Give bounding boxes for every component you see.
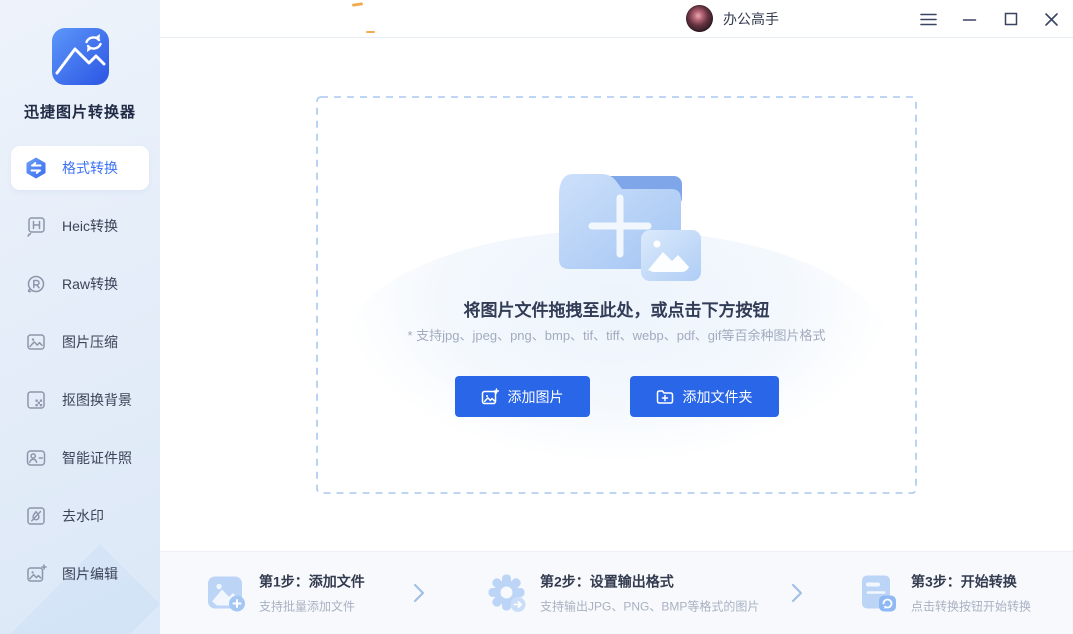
- document-refresh-icon: [858, 573, 898, 613]
- dropzone-title: 将图片文件拖拽至此处，或点击下方按钮: [316, 296, 917, 321]
- sidebar-item-image-edit[interactable]: 图片编辑: [11, 552, 149, 596]
- username: 办公高手: [723, 9, 779, 29]
- format-convert-icon: [24, 156, 48, 180]
- step-subtitle: 支持批量添加文件: [259, 598, 365, 615]
- image-edit-icon: [24, 562, 48, 586]
- step-start-convert: 第3步：开始转换 点击转换按钮开始转换: [858, 572, 1031, 615]
- sidebar-item-label: 抠图换背景: [62, 390, 132, 410]
- step-add-files: 第1步：添加文件 支持批量添加文件: [207, 572, 365, 615]
- image-compress-icon: [24, 330, 48, 354]
- sidebar-item-label: 图片压缩: [62, 332, 118, 352]
- sidebar-item-format-convert[interactable]: 格式转换: [11, 146, 149, 190]
- image-plus-icon: [481, 388, 499, 406]
- maximize-icon[interactable]: [1002, 11, 1019, 28]
- sidebar-menu: 格式转换 Heic转换 Raw转换: [0, 146, 160, 610]
- close-icon[interactable]: [1043, 11, 1060, 28]
- raw-icon: [24, 272, 48, 296]
- heic-icon: [24, 214, 48, 238]
- sidebar-item-raw-convert[interactable]: Raw转换: [11, 262, 149, 306]
- dropzone-buttons: 添加图片 添加文件夹: [316, 376, 917, 417]
- titlebar: 办公高手: [160, 0, 1073, 38]
- gear-arrow-icon: [487, 573, 527, 613]
- app-logo-area: 迅捷图片转换器: [0, 0, 160, 122]
- sparkle-artifact: [352, 2, 363, 7]
- chevron-right-icon: [790, 582, 804, 604]
- step-title: 第1步：添加文件: [259, 572, 365, 592]
- add-folder-button[interactable]: 添加文件夹: [630, 376, 779, 417]
- sidebar: 迅捷图片转换器 格式转换: [0, 0, 160, 634]
- sidebar-item-id-photo[interactable]: 智能证件照: [11, 436, 149, 480]
- sidebar-item-remove-watermark[interactable]: 去水印: [11, 494, 149, 538]
- main-panel: 将图片文件拖拽至此处，或点击下方按钮 * 支持jpg、jpeg、png、bmp、…: [160, 39, 1073, 551]
- add-image-label: 添加图片: [508, 387, 564, 407]
- folder-illustration-icon: [529, 168, 705, 284]
- step-set-output-format: 第2步：设置输出格式 支持输出JPG、PNG、BMP等格式的图片: [487, 572, 759, 615]
- sidebar-item-label: Heic转换: [62, 216, 118, 236]
- steps-footer: 第1步：添加文件 支持批量添加文件 第2步：设置输出格式 支持输出JPG、PNG…: [160, 551, 1073, 634]
- sidebar-item-label: 智能证件照: [62, 448, 132, 468]
- app-name: 迅捷图片转换器: [0, 101, 160, 122]
- sidebar-item-heic-convert[interactable]: Heic转换: [11, 204, 149, 248]
- user-account[interactable]: 办公高手: [686, 5, 779, 32]
- sparkle-artifact: [366, 31, 375, 33]
- sidebar-item-cutout-background[interactable]: 抠图换背景: [11, 378, 149, 422]
- sidebar-item-label: 格式转换: [62, 158, 118, 178]
- step-title: 第2步：设置输出格式: [540, 572, 759, 592]
- app-logo-icon: [52, 28, 109, 85]
- id-photo-icon: [24, 446, 48, 470]
- sidebar-item-label: Raw转换: [62, 274, 118, 294]
- cutout-background-icon: [24, 388, 48, 412]
- menu-icon[interactable]: [920, 11, 937, 28]
- step-title: 第3步：开始转换: [911, 572, 1031, 592]
- step-subtitle: 支持输出JPG、PNG、BMP等格式的图片: [540, 598, 759, 615]
- window-controls: [920, 0, 1060, 38]
- remove-watermark-icon: [24, 504, 48, 528]
- add-image-button[interactable]: 添加图片: [455, 376, 590, 417]
- user-avatar[interactable]: [686, 5, 713, 32]
- sidebar-item-label: 图片编辑: [62, 564, 118, 584]
- chevron-right-icon: [412, 582, 426, 604]
- minimize-icon[interactable]: [961, 11, 978, 28]
- dropzone-formats-hint: * 支持jpg、jpeg、png、bmp、tif、tiff、webp、pdf、g…: [316, 325, 917, 344]
- folder-plus-icon: [656, 388, 674, 406]
- file-dropzone[interactable]: 将图片文件拖拽至此处，或点击下方按钮 * 支持jpg、jpeg、png、bmp、…: [316, 96, 917, 494]
- sidebar-item-label: 去水印: [62, 506, 104, 526]
- step-subtitle: 点击转换按钮开始转换: [911, 598, 1031, 615]
- add-folder-label: 添加文件夹: [683, 387, 753, 407]
- image-plus-icon: [207, 574, 246, 613]
- sidebar-item-image-compress[interactable]: 图片压缩: [11, 320, 149, 364]
